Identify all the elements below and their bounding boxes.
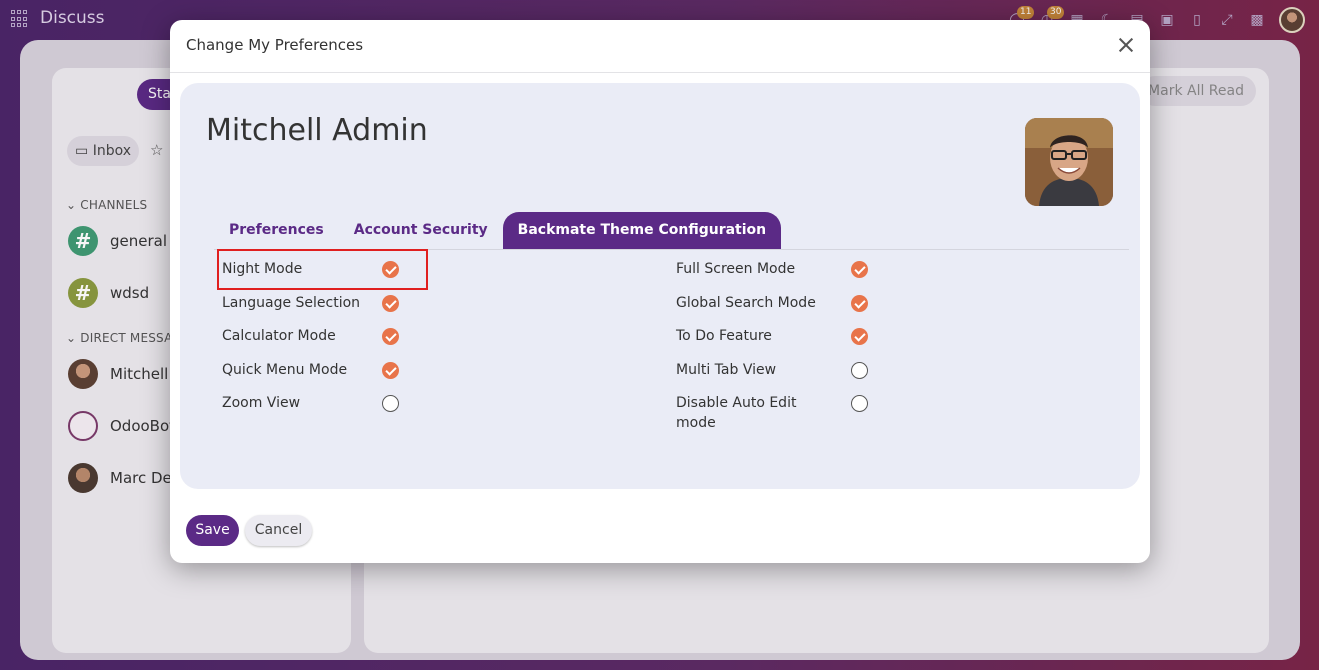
language-selection-checkbox[interactable] bbox=[382, 295, 399, 312]
night-mode-highlight-box bbox=[217, 249, 428, 290]
dialog-title: Change My Preferences bbox=[186, 36, 364, 54]
dialog-header: Change My Preferences bbox=[170, 20, 1150, 73]
option-label: Zoom View bbox=[222, 395, 301, 411]
zoom-view-checkbox[interactable] bbox=[382, 395, 399, 412]
global-search-mode-checkbox[interactable] bbox=[851, 295, 868, 312]
user-photo[interactable] bbox=[1025, 118, 1113, 206]
preferences-dialog: Change My Preferences Mitchell Admin Pre… bbox=[170, 20, 1150, 563]
option-calculator-mode: Calculator Mode bbox=[222, 326, 336, 346]
option-disable-auto-edit-mode: Disable Auto Edit mode bbox=[676, 393, 796, 433]
tab-backmate-theme-configuration[interactable]: Backmate Theme Configuration bbox=[502, 212, 782, 249]
user-name: Mitchell Admin bbox=[206, 113, 428, 148]
save-button[interactable]: Save bbox=[186, 515, 239, 546]
full-screen-mode-checkbox[interactable] bbox=[851, 261, 868, 278]
option-label: Full Screen Mode bbox=[676, 261, 796, 277]
option-global-search-mode: Global Search Mode bbox=[676, 293, 816, 313]
multi-tab-view-checkbox[interactable] bbox=[851, 362, 868, 379]
option-label: To Do Feature bbox=[676, 328, 772, 344]
option-label: Disable Auto Edit bbox=[676, 395, 797, 411]
option-zoom-view: Zoom View bbox=[222, 393, 300, 413]
tab-bar: Preferences Account Security Backmate Th… bbox=[214, 212, 782, 249]
option-label: Global Search Mode bbox=[676, 295, 816, 311]
close-icon[interactable] bbox=[1116, 35, 1136, 55]
cancel-button[interactable]: Cancel bbox=[245, 515, 312, 546]
option-language-selection: Language Selection bbox=[222, 293, 360, 313]
option-label: Calculator Mode bbox=[222, 328, 336, 344]
option-label: Quick Menu Mode bbox=[222, 362, 348, 378]
user-portrait-image bbox=[1025, 118, 1113, 206]
option-label-continued: mode bbox=[676, 415, 716, 431]
quick-menu-mode-checkbox[interactable] bbox=[382, 362, 399, 379]
to-do-feature-checkbox[interactable] bbox=[851, 328, 868, 345]
option-label: Language Selection bbox=[222, 295, 361, 311]
option-quick-menu-mode: Quick Menu Mode bbox=[222, 360, 347, 380]
option-to-do-feature: To Do Feature bbox=[676, 326, 772, 346]
tab-account-security[interactable]: Account Security bbox=[339, 212, 503, 249]
option-label: Multi Tab View bbox=[676, 362, 777, 378]
form-sheet: Mitchell Admin Preferences Account Secur… bbox=[180, 83, 1140, 489]
disable-auto-edit-mode-checkbox[interactable] bbox=[851, 395, 868, 412]
option-multi-tab-view: Multi Tab View bbox=[676, 360, 776, 380]
option-full-screen-mode: Full Screen Mode bbox=[676, 259, 795, 279]
calculator-mode-checkbox[interactable] bbox=[382, 328, 399, 345]
tab-preferences[interactable]: Preferences bbox=[214, 212, 339, 249]
